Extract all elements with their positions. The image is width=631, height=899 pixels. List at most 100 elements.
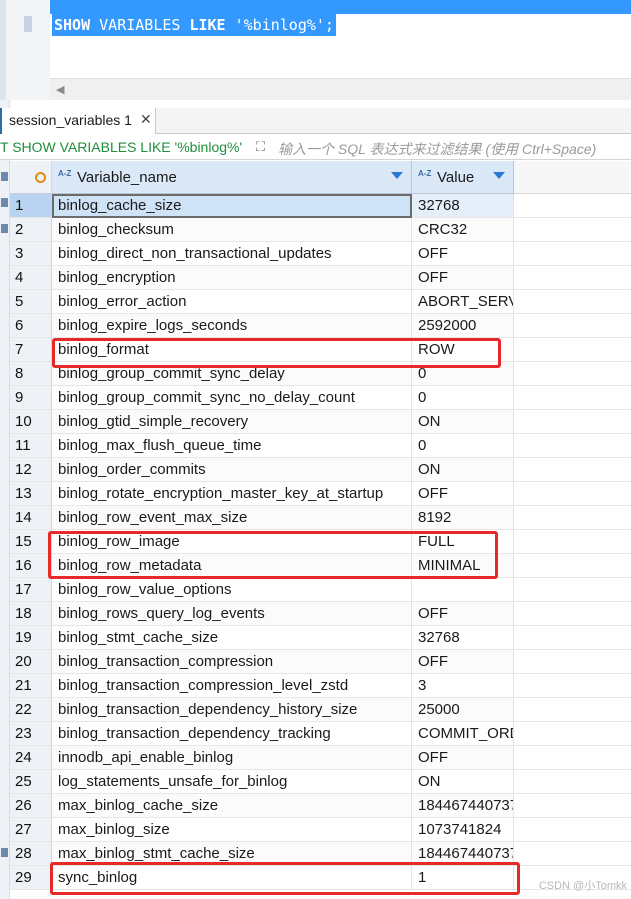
table-row[interactable]: 5binlog_error_actionABORT_SERVE bbox=[10, 290, 631, 314]
value-cell[interactable]: CRC32 bbox=[412, 218, 514, 242]
row-number[interactable]: 27 bbox=[10, 818, 52, 842]
value-cell[interactable]: 8192 bbox=[412, 506, 514, 530]
column-header-variable-name[interactable]: A-Z Variable_name bbox=[52, 161, 412, 194]
variable-name-cell[interactable]: binlog_transaction_dependency_tracking bbox=[52, 722, 412, 746]
value-cell[interactable]: OFF bbox=[412, 650, 514, 674]
close-icon[interactable]: ✕ bbox=[140, 111, 152, 128]
variable-name-cell[interactable]: max_binlog_cache_size bbox=[52, 794, 412, 818]
variable-name-cell[interactable]: binlog_row_metadata bbox=[52, 554, 412, 578]
variable-name-cell[interactable]: innodb_api_enable_binlog bbox=[52, 746, 412, 770]
value-cell[interactable]: COMMIT_ORD bbox=[412, 722, 514, 746]
variable-name-cell[interactable]: binlog_rotate_encryption_master_key_at_s… bbox=[52, 482, 412, 506]
row-number[interactable]: 12 bbox=[10, 458, 52, 482]
row-number[interactable]: 2 bbox=[10, 218, 52, 242]
row-number[interactable]: 28 bbox=[10, 842, 52, 866]
tab-session-variables[interactable]: session_variables 1 ✕ bbox=[0, 108, 156, 134]
sql-editor[interactable]: SHOW VARIABLES LIKE '%binlog%'; ◀ bbox=[0, 0, 631, 100]
row-number[interactable]: 1 bbox=[10, 194, 52, 218]
row-number[interactable]: 25 bbox=[10, 770, 52, 794]
value-cell[interactable]: 25000 bbox=[412, 698, 514, 722]
panel-icon[interactable] bbox=[1, 172, 8, 181]
value-cell[interactable]: 2592000 bbox=[412, 314, 514, 338]
variable-name-cell[interactable]: binlog_error_action bbox=[52, 290, 412, 314]
variable-name-cell[interactable]: binlog_format bbox=[52, 338, 412, 362]
table-row[interactable]: 11 binlog_max_flush_queue_time 0 bbox=[10, 434, 631, 458]
sort-az-icon[interactable]: A-Z bbox=[58, 169, 71, 178]
variable-name-cell[interactable]: binlog_transaction_compression_level_zst… bbox=[52, 674, 412, 698]
dropdown-arrow-icon[interactable] bbox=[493, 172, 505, 179]
table-row[interactable]: 17 binlog_row_value_options bbox=[10, 578, 631, 602]
sort-az-icon[interactable]: A-Z bbox=[418, 169, 431, 178]
table-row[interactable]: 6 binlog_expire_logs_seconds 2592000 bbox=[10, 314, 631, 338]
row-number[interactable]: 16 bbox=[10, 554, 52, 578]
row-number[interactable]: 13 bbox=[10, 482, 52, 506]
value-cell[interactable]: 0 bbox=[412, 362, 514, 386]
table-row[interactable]: 7 binlog_format ROW bbox=[10, 338, 631, 362]
table-row[interactable]: 28 max_binlog_stmt_cache_size 184467440737 bbox=[10, 842, 631, 866]
value-cell[interactable]: 184467440737 bbox=[412, 842, 514, 866]
panel-icon[interactable] bbox=[1, 198, 8, 207]
table-row[interactable]: 27 max_binlog_size 1073741824 bbox=[10, 818, 631, 842]
row-number[interactable]: 4 bbox=[10, 266, 52, 290]
column-header-value[interactable]: A-Z Value bbox=[412, 161, 514, 194]
value-cell[interactable]: 1 bbox=[412, 866, 514, 890]
variable-name-cell[interactable]: binlog_rows_query_log_events bbox=[52, 602, 412, 626]
variable-name-cell[interactable]: binlog_transaction_dependency_history_si… bbox=[52, 698, 412, 722]
variable-name-cell[interactable]: max_binlog_size bbox=[52, 818, 412, 842]
table-row[interactable]: 15 binlog_row_image FULL bbox=[10, 530, 631, 554]
variable-name-cell[interactable]: binlog_cache_size bbox=[52, 194, 412, 218]
table-row[interactable]: 12 binlog_order_commits ON bbox=[10, 458, 631, 482]
row-number[interactable]: 9 bbox=[10, 386, 52, 410]
value-cell[interactable]: OFF bbox=[412, 746, 514, 770]
row-number[interactable]: 6 bbox=[10, 314, 52, 338]
scroll-left-icon[interactable]: ◀ bbox=[56, 83, 64, 96]
expand-filter-icon[interactable]: ⛶ bbox=[256, 139, 265, 155]
dropdown-arrow-icon[interactable] bbox=[391, 172, 403, 179]
variable-name-cell[interactable]: binlog_row_value_options bbox=[52, 578, 412, 602]
value-cell[interactable]: ON bbox=[412, 410, 514, 434]
row-number[interactable]: 23 bbox=[10, 722, 52, 746]
row-number[interactable]: 17 bbox=[10, 578, 52, 602]
row-number[interactable]: 29 bbox=[10, 866, 52, 890]
table-row[interactable]: 8 binlog_group_commit_sync_delay 0 bbox=[10, 362, 631, 386]
variable-name-cell[interactable]: binlog_order_commits bbox=[52, 458, 412, 482]
horizontal-scrollbar[interactable]: ◀ bbox=[50, 78, 631, 100]
variable-name-cell[interactable]: binlog_group_commit_sync_delay bbox=[52, 362, 412, 386]
row-number[interactable]: 24 bbox=[10, 746, 52, 770]
variable-name-cell[interactable]: binlog_row_event_max_size bbox=[52, 506, 412, 530]
row-number[interactable]: 26 bbox=[10, 794, 52, 818]
value-cell[interactable]: ABORT_SERVE bbox=[412, 290, 514, 314]
value-cell[interactable]: OFF bbox=[412, 242, 514, 266]
value-cell[interactable]: OFF bbox=[412, 266, 514, 290]
table-row[interactable]: 2 binlog_checksum CRC32 bbox=[10, 218, 631, 242]
filter-input[interactable]: 输入一个 SQL 表达式来过滤结果 (使用 Ctrl+Space) bbox=[278, 139, 596, 159]
variable-name-cell[interactable]: binlog_stmt_cache_size bbox=[52, 626, 412, 650]
variable-name-cell[interactable]: binlog_group_commit_sync_no_delay_count bbox=[52, 386, 412, 410]
value-cell[interactable]: ROW bbox=[412, 338, 514, 362]
value-cell[interactable]: 32768 bbox=[412, 626, 514, 650]
variable-name-cell[interactable]: binlog_row_image bbox=[52, 530, 412, 554]
row-number[interactable]: 8 bbox=[10, 362, 52, 386]
row-number-header[interactable] bbox=[10, 161, 52, 194]
table-row[interactable]: 24 innodb_api_enable_binlog OFF bbox=[10, 746, 631, 770]
table-row[interactable]: 20 binlog_transaction_compression OFF bbox=[10, 650, 631, 674]
variable-name-cell[interactable]: binlog_expire_logs_seconds bbox=[52, 314, 412, 338]
table-row[interactable]: 23 binlog_transaction_dependency_tracking… bbox=[10, 722, 631, 746]
variable-name-cell[interactable]: binlog_max_flush_queue_time bbox=[52, 434, 412, 458]
table-row[interactable]: 19 binlog_stmt_cache_size 32768 bbox=[10, 626, 631, 650]
variable-name-cell[interactable]: binlog_gtid_simple_recovery bbox=[52, 410, 412, 434]
value-cell[interactable]: 3 bbox=[412, 674, 514, 698]
row-number[interactable]: 7 bbox=[10, 338, 52, 362]
value-cell[interactable]: OFF bbox=[412, 482, 514, 506]
panel-icon[interactable] bbox=[1, 224, 8, 233]
table-row[interactable]: 10 binlog_gtid_simple_recovery ON bbox=[10, 410, 631, 434]
row-number[interactable]: 11 bbox=[10, 434, 52, 458]
row-number[interactable]: 22 bbox=[10, 698, 52, 722]
variable-name-cell[interactable]: binlog_transaction_compression bbox=[52, 650, 412, 674]
value-cell[interactable]: OFF bbox=[412, 602, 514, 626]
row-number[interactable]: 10 bbox=[10, 410, 52, 434]
table-row[interactable]: 9 binlog_group_commit_sync_no_delay_count… bbox=[10, 386, 631, 410]
row-number[interactable]: 3 bbox=[10, 242, 52, 266]
value-cell[interactable] bbox=[412, 578, 514, 602]
table-row[interactable]: 14 binlog_row_event_max_size 8192 bbox=[10, 506, 631, 530]
